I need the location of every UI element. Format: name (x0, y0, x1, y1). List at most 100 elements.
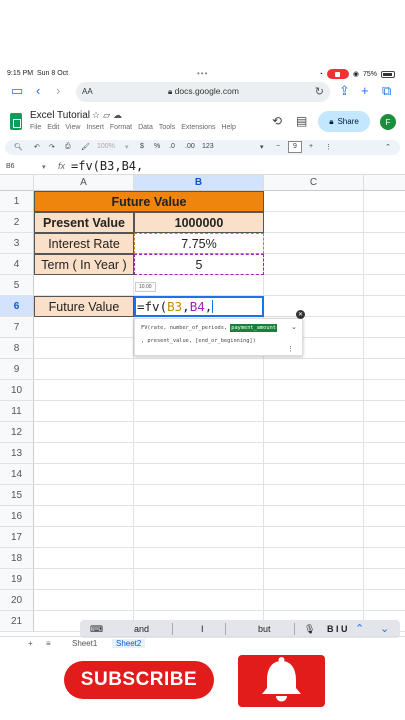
menu-edit[interactable]: Edit (47, 124, 59, 131)
menu-help[interactable]: Help (221, 124, 235, 131)
row-header[interactable]: 9 (0, 359, 34, 380)
row-header[interactable]: 20 (0, 590, 34, 611)
bold-italic-underline-buttons[interactable]: B I U (327, 624, 348, 634)
grid-cell[interactable] (134, 485, 264, 506)
select-all-corner[interactable] (0, 175, 34, 191)
grid-cell[interactable] (264, 380, 364, 401)
keyboard-icon[interactable]: ⌨ (90, 624, 103, 635)
grid-cell[interactable] (134, 401, 264, 422)
row-header[interactable]: 19 (0, 569, 34, 590)
grid-cell[interactable] (264, 233, 364, 254)
grid-cell[interactable] (34, 506, 134, 527)
row-header[interactable]: 21 (0, 611, 34, 632)
row-header[interactable]: 7 (0, 317, 34, 338)
grid-cell[interactable] (364, 338, 405, 359)
number-format-button[interactable]: 123 (202, 143, 214, 150)
grid-cell[interactable] (364, 275, 405, 296)
multitask-dots[interactable]: ••• (197, 69, 208, 78)
cell-b1-title[interactable]: Future Value (34, 191, 264, 212)
more-options-icon[interactable]: ⋮ (325, 143, 332, 151)
collapse-toolbar-icon[interactable]: ⌃ (385, 143, 391, 151)
increase-decimal-button[interactable]: .00 (185, 143, 195, 150)
more-options-icon[interactable]: ⋮ (287, 345, 294, 353)
row-header[interactable]: 2 (0, 212, 34, 233)
grid-cell[interactable] (364, 443, 405, 464)
grid-cell[interactable] (364, 422, 405, 443)
new-tab-icon[interactable]: + (361, 83, 369, 99)
formula-input[interactable]: =fv(B3,B4, (71, 159, 143, 173)
grid-cell[interactable] (264, 422, 364, 443)
grid-cell[interactable] (264, 569, 364, 590)
menu-file[interactable]: File (30, 124, 41, 131)
row-header[interactable]: 8 (0, 338, 34, 359)
star-icon[interactable]: ☆ (92, 110, 103, 120)
decrease-decimal-button[interactable]: .0 (169, 143, 175, 150)
grid-cell[interactable] (264, 485, 364, 506)
grid-cell[interactable] (34, 380, 134, 401)
share-page-icon[interactable]: ⇪ (339, 83, 350, 99)
grid-cell[interactable] (264, 443, 364, 464)
column-header-a[interactable]: A (34, 175, 134, 191)
menu-data[interactable]: Data (138, 124, 153, 131)
comment-icon[interactable]: ▤ (296, 114, 307, 128)
cell-b2[interactable]: 1000000 (134, 212, 264, 233)
grid-cell[interactable] (364, 296, 405, 317)
grid-cell[interactable] (364, 317, 405, 338)
row-header[interactable]: 17 (0, 527, 34, 548)
menu-insert[interactable]: Insert (86, 124, 104, 131)
menu-extensions[interactable]: Extensions (181, 124, 215, 131)
history-icon[interactable]: ⟲ (272, 114, 282, 128)
grid-cell[interactable] (364, 464, 405, 485)
grid-cell[interactable] (364, 191, 405, 212)
sidebar-icon[interactable]: ▭ (11, 83, 23, 99)
grid-cell[interactable] (134, 464, 264, 485)
menu-view[interactable]: View (65, 124, 80, 131)
grid-cell[interactable] (34, 317, 134, 338)
grid-cell[interactable] (34, 401, 134, 422)
suggestion-and[interactable]: and (134, 624, 149, 634)
suggestion-i[interactable]: I (201, 624, 204, 634)
grid-cell[interactable] (34, 590, 134, 611)
font-size-increase-button[interactable]: + (309, 143, 313, 150)
name-box-chevron-icon[interactable]: ▾ (42, 163, 46, 171)
reader-aa-button[interactable]: AA (82, 87, 93, 96)
cell-a2[interactable]: Present Value (34, 212, 134, 233)
grid-cell[interactable] (264, 212, 364, 233)
doc-title[interactable]: Excel Tutorial (30, 110, 90, 121)
grid-cell[interactable] (34, 464, 134, 485)
grid-cell[interactable] (134, 359, 264, 380)
tab-sheet2[interactable]: Sheet2 (112, 639, 146, 648)
tab-sheet1[interactable]: Sheet1 (72, 639, 97, 648)
grid-cell[interactable] (134, 548, 264, 569)
row-header[interactable]: 15 (0, 485, 34, 506)
row-header[interactable]: 18 (0, 548, 34, 569)
row-header[interactable]: 1 (0, 191, 34, 212)
grid-cell[interactable] (264, 506, 364, 527)
back-icon[interactable]: ‹ (36, 83, 40, 99)
cloud-status-icon[interactable]: ☁ (113, 110, 125, 120)
sheets-logo-icon[interactable] (10, 113, 22, 130)
grid-cell[interactable] (264, 359, 364, 380)
expand-chevron-icon[interactable]: ⌄ (291, 323, 297, 331)
grid-cell[interactable] (364, 254, 405, 275)
grid-cell[interactable] (364, 485, 405, 506)
row-header[interactable]: 5 (0, 275, 34, 296)
grid-cell[interactable] (34, 359, 134, 380)
row-header[interactable]: 11 (0, 401, 34, 422)
row-header[interactable]: 13 (0, 443, 34, 464)
record-indicator-icon[interactable] (326, 69, 349, 79)
grid-cell[interactable] (264, 527, 364, 548)
grid-cell[interactable] (134, 590, 264, 611)
search-icon[interactable]: 🔍︎ (14, 143, 23, 151)
print-icon[interactable]: ⎙ (65, 143, 71, 151)
grid-cell[interactable] (34, 527, 134, 548)
name-box[interactable]: B6 (6, 163, 15, 170)
grid-cell[interactable] (134, 527, 264, 548)
grid-cell[interactable] (364, 380, 405, 401)
grid-cell[interactable] (264, 464, 364, 485)
row-header[interactable]: 10 (0, 380, 34, 401)
font-chevron-icon[interactable]: ▾ (260, 143, 264, 151)
grid-cell[interactable] (34, 275, 134, 296)
grid-cell[interactable] (34, 443, 134, 464)
undo-icon[interactable]: ↶ (34, 143, 40, 151)
